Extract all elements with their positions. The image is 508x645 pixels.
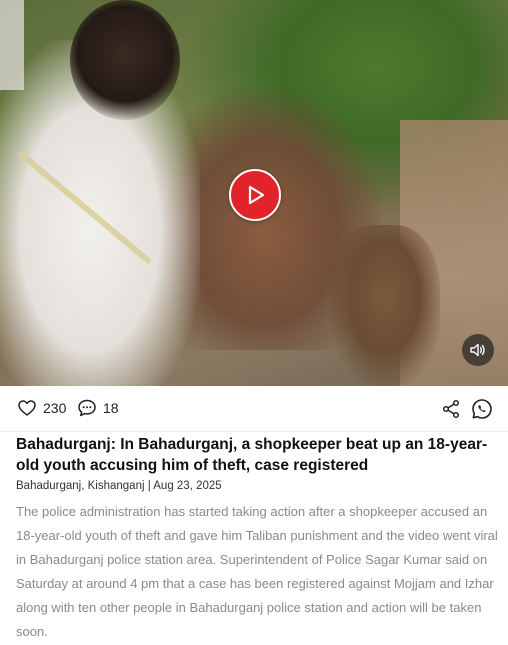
comment-button[interactable]: 18 (77, 398, 119, 418)
comment-count: 18 (103, 400, 119, 416)
video-player[interactable] (0, 0, 508, 386)
heart-icon (18, 400, 36, 416)
video-frame-head (70, 0, 180, 120)
action-bar: 230 18 (0, 386, 508, 432)
article-byline: Bahadurganj, Kishanganj | Aug 23, 2025 (16, 480, 222, 492)
article-headline[interactable]: Bahadurganj: In Bahadurganj, a shopkeepe… (16, 434, 496, 476)
speaker-icon (470, 343, 485, 357)
whatsapp-share-button[interactable] (471, 398, 493, 420)
mute-button[interactable] (462, 334, 494, 366)
like-count: 230 (43, 400, 67, 416)
like-button[interactable]: 230 (17, 398, 66, 418)
article-summary: The police administration has started ta… (16, 504, 498, 639)
comment-bubble-icon (78, 399, 96, 417)
whatsapp-icon (472, 399, 492, 419)
share-button[interactable] (441, 399, 461, 419)
play-button[interactable] (229, 169, 281, 221)
play-icon (248, 185, 265, 205)
share-icon (442, 399, 460, 419)
video-frame-youth (330, 225, 440, 385)
